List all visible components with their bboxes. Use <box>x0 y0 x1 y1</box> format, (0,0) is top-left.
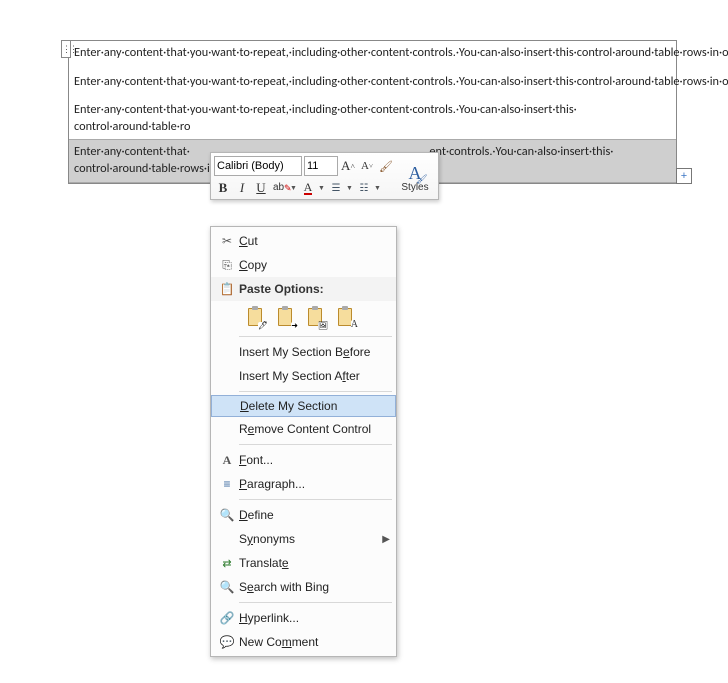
mini-toolbar: A˄ A˅ B I U ab✎ ▼ A ▼ ☰ ▼ ☷ ▼ A Styles <box>210 152 439 200</box>
menu-remove-content-control[interactable]: Remove Content Control <box>211 417 396 441</box>
submenu-arrow-icon: ▶ <box>382 534 390 545</box>
format-painter-button[interactable] <box>377 156 395 176</box>
paste-picture-button[interactable]: 🖼 <box>303 305 327 329</box>
menu-synonyms[interactable]: Synonyms ▶ <box>211 527 396 551</box>
translate-icon: ⇄ <box>215 557 239 570</box>
font-color-button[interactable]: A <box>299 178 317 198</box>
menu-paragraph[interactable]: ≡ Paragraph... <box>211 472 396 496</box>
row-text: control·around·table·ro <box>74 119 190 134</box>
hyperlink-icon: 🔗 <box>215 611 239 625</box>
menu-search-bing[interactable]: 🔍 Search with Bing <box>211 575 396 599</box>
search-icon: 🔍 <box>215 580 239 594</box>
menu-delete-section[interactable]: Delete My Section <box>211 395 396 417</box>
row-text: Enter·any·content·that·you·want·to·repea… <box>74 45 728 60</box>
comment-icon: 💬 <box>215 635 239 649</box>
content-control-handle[interactable] <box>61 40 71 58</box>
font-icon: A <box>215 453 239 468</box>
underline-button[interactable]: U <box>252 178 270 198</box>
row-text: ent·controls.·You·can·also·insert·this· <box>429 144 613 159</box>
shrink-font-button[interactable]: A˅ <box>358 156 376 176</box>
separator <box>239 499 392 500</box>
menu-hyperlink[interactable]: 🔗 Hyperlink... <box>211 606 396 630</box>
numbering-button[interactable]: ☷ <box>355 178 373 198</box>
menu-insert-after[interactable]: Insert My Section After <box>211 364 396 388</box>
row-text: Enter·any·content·that· <box>74 144 190 159</box>
bullets-button[interactable]: ☰ <box>327 178 345 198</box>
separator <box>239 391 392 392</box>
context-menu: ✂ CCutut ⎘ Copy 📋 Paste Options: 🖊 ➜ 🖼 A… <box>210 226 397 657</box>
styles-icon: A <box>409 164 422 182</box>
menu-font[interactable]: A Font... <box>211 448 396 472</box>
paragraph-icon: ≡ <box>215 477 239 491</box>
menu-copy[interactable]: ⎘ Copy <box>211 253 396 277</box>
define-icon: 🔍 <box>215 508 239 522</box>
italic-button[interactable]: I <box>233 178 251 198</box>
font-color-dropdown[interactable]: ▼ <box>317 178 326 198</box>
styles-button[interactable]: A Styles <box>398 159 432 197</box>
numbering-dropdown[interactable]: ▼ <box>373 178 382 198</box>
separator <box>239 602 392 603</box>
paste-keep-source-button[interactable]: 🖊 <box>243 305 267 329</box>
font-family-combo[interactable] <box>214 156 302 176</box>
row-text: Enter·any·content·that·you·want·to·repea… <box>74 74 728 89</box>
menu-translate[interactable]: ⇄ Translate <box>211 551 396 575</box>
menu-insert-before[interactable]: Insert My Section Before <box>211 340 396 364</box>
add-item-button[interactable]: + <box>676 168 692 184</box>
font-size-combo[interactable] <box>304 156 338 176</box>
paste-icon: 📋 <box>215 282 239 296</box>
menu-define[interactable]: 🔍 Define <box>211 503 396 527</box>
separator <box>239 336 392 337</box>
highlight-button[interactable]: ab✎ <box>271 178 289 198</box>
bold-button[interactable]: B <box>214 178 232 198</box>
table-row[interactable]: Enter·any·content·that·you·want·to·repea… <box>69 41 676 140</box>
paste-merge-button[interactable]: ➜ <box>273 305 297 329</box>
cut-icon: ✂ <box>215 234 239 248</box>
row-text: Enter·any·content·that·you·want·to·repea… <box>74 102 577 117</box>
bullets-dropdown[interactable]: ▼ <box>345 178 354 198</box>
menu-cut[interactable]: ✂ CCutut <box>211 229 396 253</box>
copy-icon: ⎘ <box>215 258 239 273</box>
paste-text-only-button[interactable]: A <box>333 305 357 329</box>
separator <box>239 444 392 445</box>
paste-options-row: 🖊 ➜ 🖼 A <box>211 301 396 333</box>
paste-options-header: 📋 Paste Options: <box>211 277 396 301</box>
grow-font-button[interactable]: A˄ <box>339 156 357 176</box>
menu-new-comment[interactable]: 💬 New Comment <box>211 630 396 654</box>
